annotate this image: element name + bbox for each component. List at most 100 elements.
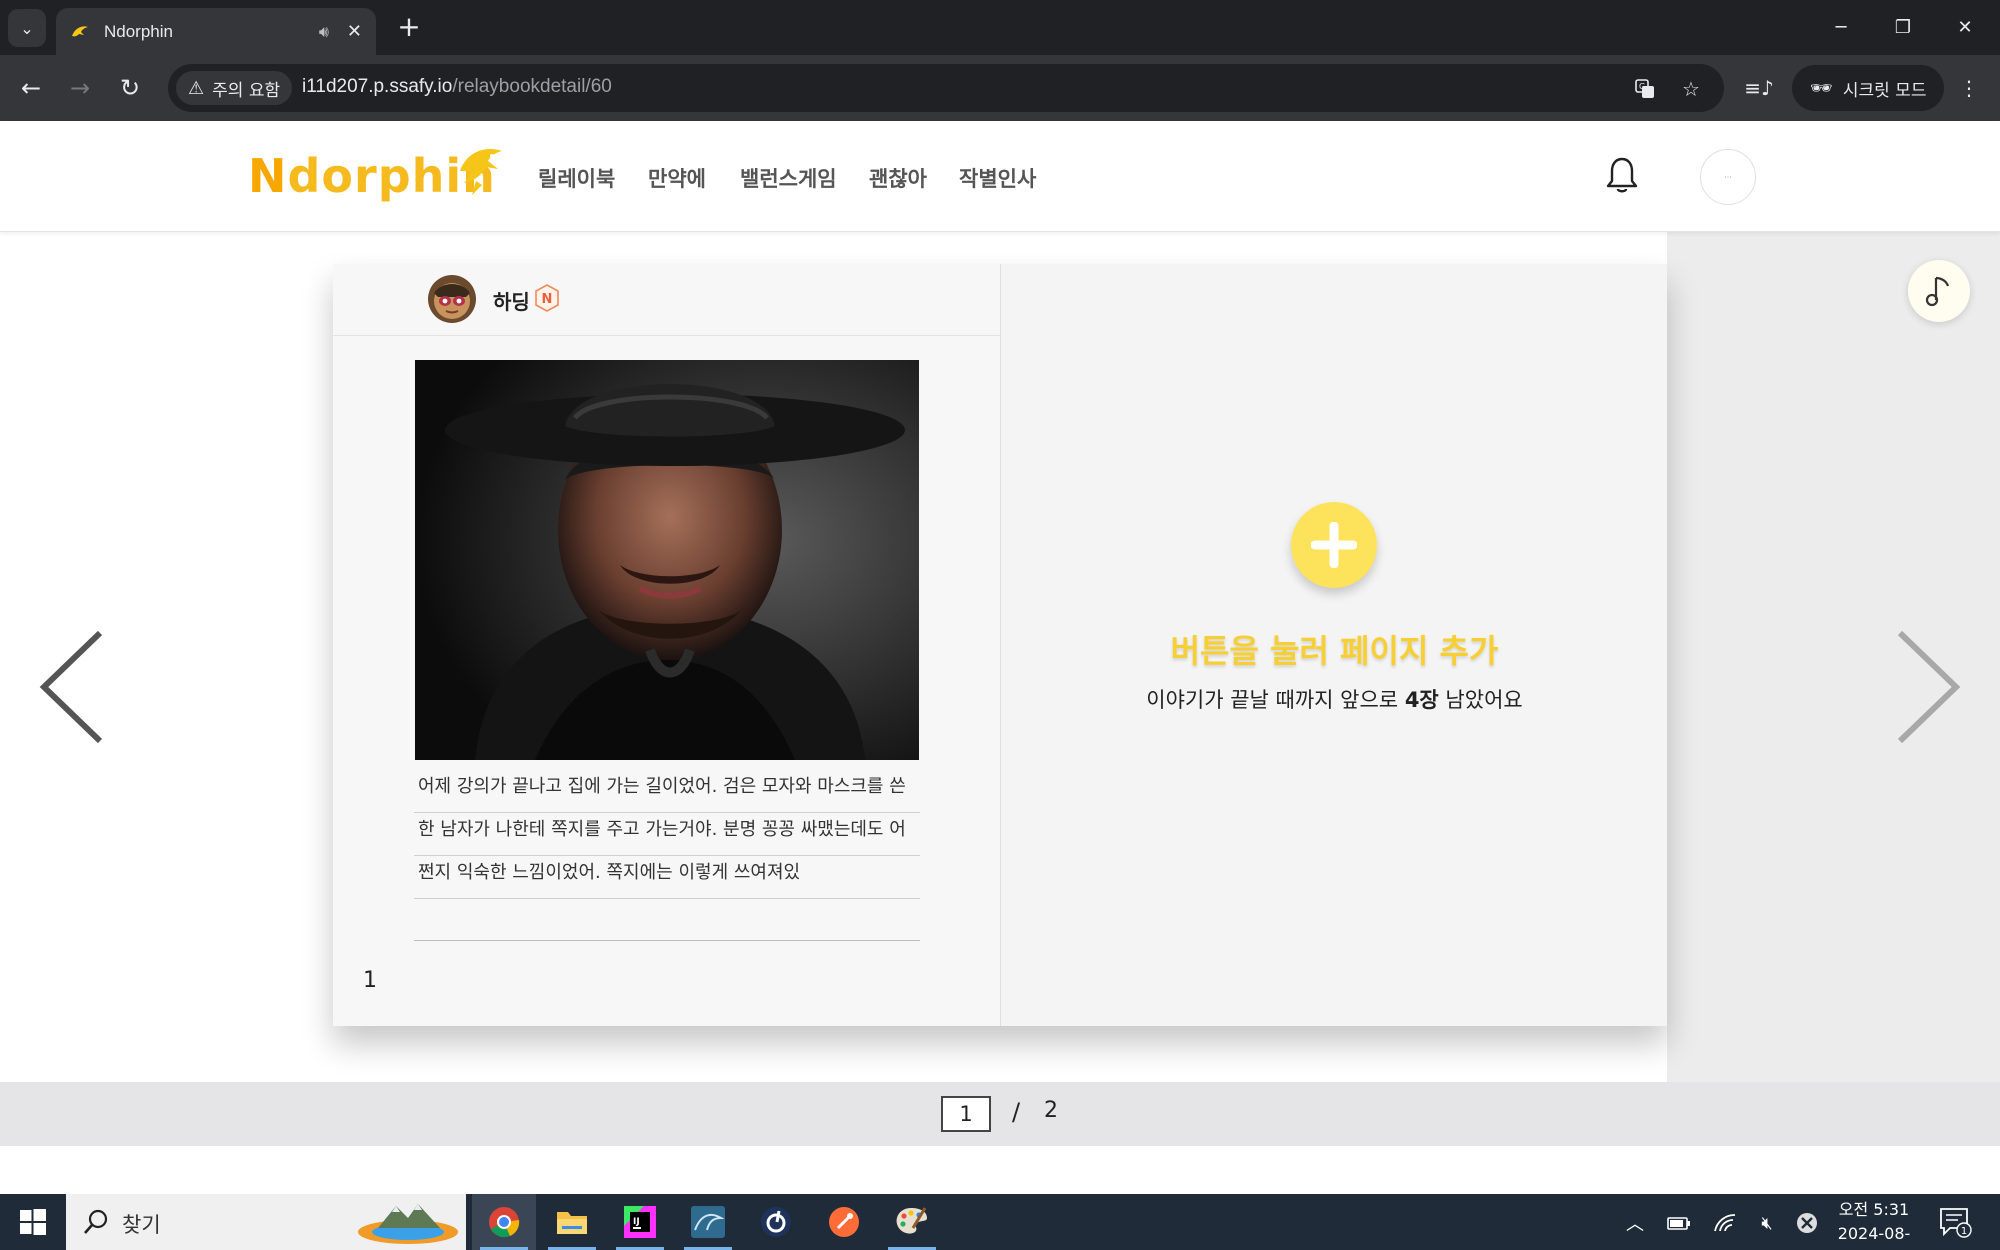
intellij-icon: IJ <box>624 1206 656 1238</box>
tab-title: Ndorphin <box>104 21 173 41</box>
author-badge-letter: N <box>542 292 553 307</box>
taskbar-clock[interactable]: 오전 5:31 2024-08-16 <box>1828 1198 1920 1250</box>
security-warning-chip[interactable]: ⚠ 주의 요함 <box>176 71 293 105</box>
page-number: 1 <box>363 968 377 993</box>
mysql-workbench-icon <box>691 1206 725 1238</box>
wifi-icon[interactable] <box>1712 1210 1738 1236</box>
windows-taskbar: 찾기 IJ ︿ 🔇︎ 오전 5:31 2024-08- 1 <box>0 1194 2000 1250</box>
url-path: /relaybookdetail/60 <box>452 76 612 97</box>
security-label: 주의 요함 <box>212 80 281 101</box>
story-line: 어제 강의가 끝나고 집에 가는 길이었어. 검은 모자와 마스크를 쓴 <box>414 770 920 813</box>
tab-search-menu-button[interactable]: ⌄ <box>8 9 46 47</box>
new-tab-button[interactable]: + <box>392 10 426 44</box>
remaining-prefix: 이야기가 끝날 때까지 앞으로 <box>1146 688 1405 712</box>
close-window-button[interactable]: ✕ <box>1934 0 1996 55</box>
next-page-arrow[interactable] <box>1888 627 1968 747</box>
browser-tab-bar: ⌄ Ndorphin 🔊︎ ✕ + ─ ❐ ✕ <box>0 0 2000 55</box>
nav-relaybook[interactable]: 릴레이북 <box>538 163 615 193</box>
show-hidden-icons-chevron-icon[interactable]: ︿ <box>1622 1210 1648 1236</box>
chevron-down-icon: ⌄ <box>20 18 34 38</box>
book-viewer: 하딩 N 어제 강의가 끝나고 집에 가는 길이었어. 검은 모자와 마스크를 … <box>0 232 2000 1082</box>
browser-toolbar: ← → ↻ ⚠ 주의 요함 i11d207.p.ssafy.io/relaybo… <box>0 55 2000 121</box>
site-header: Ndorphin 릴레이북 만약에 밸런스게임 괜찮아 작별인사 ··· <box>0 121 2000 232</box>
bookmark-star-icon[interactable]: ☆ <box>1676 74 1706 104</box>
incognito-icon: 🕶︎ <box>1810 77 1833 99</box>
author-name[interactable]: 하딩 <box>493 286 530 315</box>
url-text[interactable]: i11d207.p.ssafy.io/relaybookdetail/60 <box>302 76 612 98</box>
story-line: 쩐지 익숙한 느낌이었어. 쪽지에는 이렇게 쓰여져있 <box>414 856 920 899</box>
forward-arrow-icon[interactable]: → <box>61 69 99 107</box>
search-placeholder: 찾기 <box>122 1213 161 1237</box>
taskbar-file-explorer[interactable] <box>540 1194 604 1250</box>
remaining-pages-text: 이야기가 끝날 때까지 앞으로 4장 남았어요 <box>1001 684 1668 714</box>
taskbar-mysql-workbench[interactable] <box>676 1194 740 1250</box>
author-bar: 하딩 N <box>333 264 1000 336</box>
plus-icon <box>1311 522 1357 568</box>
taskbar-mattermost[interactable] <box>744 1194 808 1250</box>
network-disconnected-icon[interactable] <box>1794 1210 1820 1236</box>
dolphin-favicon-icon <box>70 22 90 42</box>
url-host: i11d207.p.ssafy.io <box>302 76 453 97</box>
incognito-indicator[interactable]: 🕶︎ 시크릿 모드 <box>1792 65 1945 111</box>
windows-start-button[interactable] <box>0 1194 66 1250</box>
minimize-window-button[interactable]: ─ <box>1810 0 1872 55</box>
author-badge: N <box>535 284 559 312</box>
taskbar-postman[interactable] <box>812 1194 876 1250</box>
pager-separator: / <box>1012 1098 1021 1126</box>
notification-count: 1 <box>1961 1226 1967 1237</box>
user-avatar[interactable]: ··· <box>1700 149 1756 205</box>
current-page-input[interactable]: 1 <box>941 1096 991 1132</box>
close-tab-icon[interactable]: ✕ <box>347 21 362 42</box>
total-pages: 2 <box>1044 1098 1058 1123</box>
dolphin-logo-icon <box>460 149 502 195</box>
add-page-panel: 버튼을 눌러 페이지 추가 이야기가 끝날 때까지 앞으로 4장 남았어요 <box>1000 264 1667 1026</box>
music-note-icon <box>1925 276 1950 307</box>
prev-page-arrow[interactable] <box>32 627 112 747</box>
chrome-icon <box>489 1207 520 1238</box>
warning-triangle-icon: ⚠ <box>188 77 205 99</box>
browser-tab[interactable]: Ndorphin 🔊︎ ✕ <box>56 8 376 55</box>
search-highlight-image <box>358 1204 458 1244</box>
address-bar[interactable]: ⚠ 주의 요함 i11d207.p.ssafy.io/relaybookdeta… <box>168 64 1724 112</box>
music-toggle-button[interactable] <box>1908 260 1970 322</box>
restore-window-button[interactable]: ❐ <box>1872 0 1934 55</box>
back-arrow-icon[interactable]: ← <box>12 69 50 107</box>
clock-time: 오전 5:31 <box>1838 1200 1910 1219</box>
reload-icon[interactable]: ↻ <box>111 69 149 107</box>
windows-logo-icon <box>20 1209 46 1235</box>
translate-icon[interactable]: G <box>1630 74 1660 104</box>
clock-date: 2024-08-16 <box>1837 1224 1911 1250</box>
folder-icon <box>557 1212 587 1234</box>
taskbar-intellij[interactable]: IJ <box>608 1194 672 1250</box>
svg-text:G: G <box>1639 82 1645 91</box>
pagination-bar: 1 / 2 <box>0 1082 2000 1146</box>
speaker-icon[interactable]: 🔊︎ <box>319 22 329 42</box>
nav-its-okay[interactable]: 괜찮아 <box>869 163 927 193</box>
taskbar-chrome[interactable] <box>472 1194 536 1250</box>
bell-icon[interactable] <box>1604 155 1640 195</box>
nav-farewell[interactable]: 작별인사 <box>959 163 1036 193</box>
author-avatar[interactable] <box>428 275 476 323</box>
search-icon <box>84 1209 108 1234</box>
browser-menu-icon[interactable]: ⋮ <box>1952 71 1986 105</box>
story-line: 한 남자가 나한테 쪽지를 주고 가는거야. 분명 꽁꽁 싸맸는데도 어 <box>414 813 920 856</box>
open-book: 하딩 N 어제 강의가 끝나고 집에 가는 길이었어. 검은 모자와 마스크를 … <box>333 264 1667 1026</box>
nav-if[interactable]: 만약에 <box>648 163 706 193</box>
media-queue-icon[interactable]: ≡♪ <box>1742 71 1776 105</box>
svg-text:IJ: IJ <box>633 1217 640 1227</box>
incognito-label: 시크릿 모드 <box>1842 80 1927 101</box>
battery-icon[interactable] <box>1666 1210 1692 1236</box>
logo-initial: N <box>248 149 288 203</box>
nav-balance-game[interactable]: 밸런스게임 <box>740 163 837 193</box>
taskbar-search-box[interactable]: 찾기 <box>66 1194 466 1250</box>
notification-center-icon[interactable]: 1 <box>1938 1206 1972 1238</box>
remaining-count: 4장 <box>1404 688 1439 712</box>
muted-speaker-icon[interactable]: 🔇︎ <box>1754 1210 1780 1236</box>
story-page: 하딩 N 어제 강의가 끝나고 집에 가는 길이었어. 검은 모자와 마스크를 … <box>333 264 1000 1026</box>
story-line-empty <box>414 899 920 941</box>
add-page-button[interactable] <box>1291 502 1377 588</box>
postman-icon <box>829 1207 859 1237</box>
taskbar-paint[interactable] <box>880 1194 944 1250</box>
mattermost-icon <box>761 1207 791 1237</box>
story-text: 어제 강의가 끝나고 집에 가는 길이었어. 검은 모자와 마스크를 쓴 한 남… <box>414 770 920 941</box>
